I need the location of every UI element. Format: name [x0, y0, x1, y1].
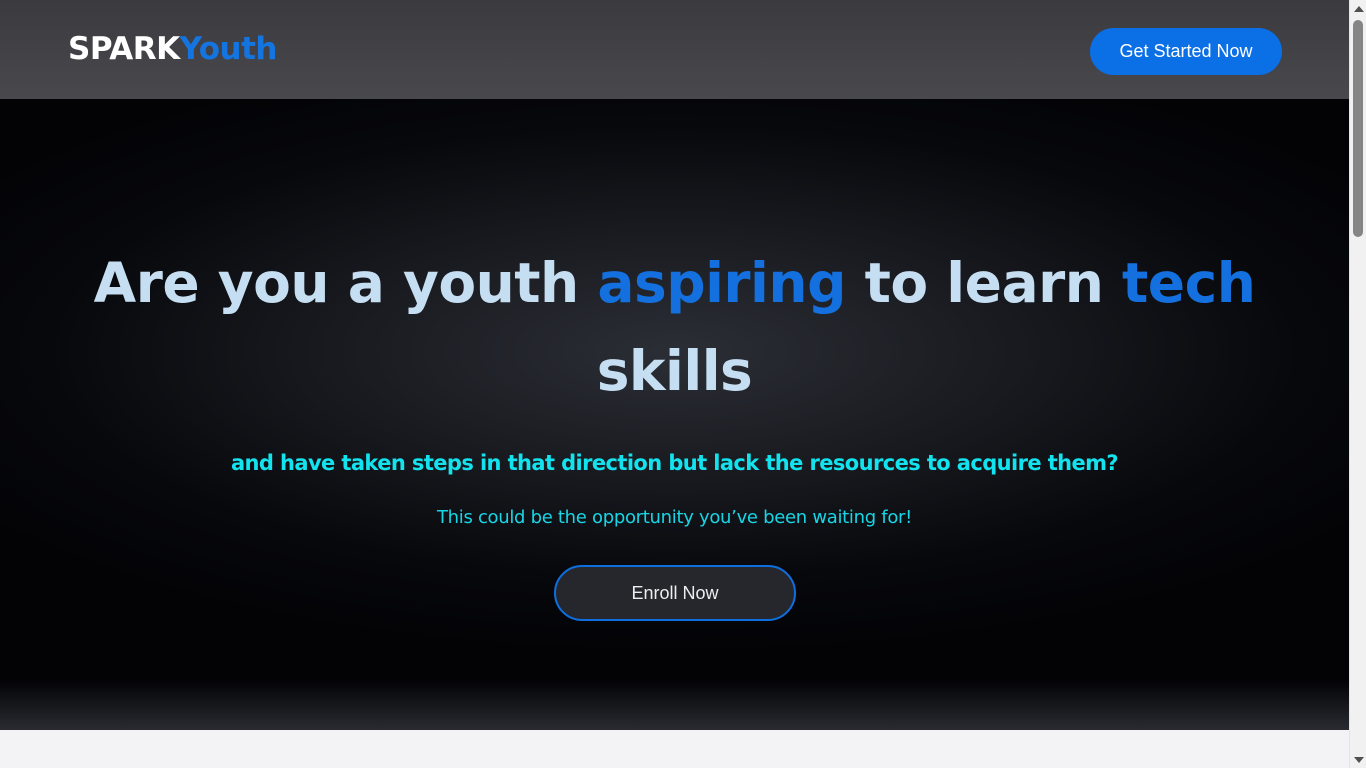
hero-section: Are you a youth aspiring to learn tech s… — [0, 99, 1349, 730]
hero-note: This could be the opportunity you’ve bee… — [436, 507, 913, 528]
hero-title-text-2: to learn — [845, 251, 1123, 315]
scrollbar-thumb[interactable] — [1353, 20, 1363, 237]
get-started-button[interactable]: Get Started Now — [1090, 28, 1282, 75]
logo[interactable]: SPARKYouth — [68, 29, 277, 69]
hero-subtitle: and have taken steps in that direction b… — [230, 451, 1119, 475]
hero-title: Are you a youth aspiring to learn tech s… — [60, 239, 1289, 415]
hero-title-highlight-aspiring: aspiring — [597, 251, 846, 315]
logo-text-spark: SPARK — [68, 31, 180, 67]
navbar: SPARKYouth Get Started Now — [0, 0, 1349, 99]
hero-title-text-3: skills — [596, 339, 753, 403]
scroll-down-arrow-icon[interactable] — [1350, 751, 1366, 768]
vertical-scrollbar[interactable] — [1349, 0, 1366, 768]
enroll-now-button[interactable]: Enroll Now — [554, 565, 796, 621]
logo-text-youth: Youth — [179, 31, 278, 67]
scroll-up-arrow-icon[interactable] — [1350, 0, 1366, 17]
hero-title-text-1: Are you a youth — [93, 251, 598, 315]
hero-title-highlight-tech: tech — [1122, 251, 1256, 315]
page: SPARKYouth Get Started Now Are you a you… — [0, 0, 1349, 768]
next-section — [0, 730, 1349, 768]
